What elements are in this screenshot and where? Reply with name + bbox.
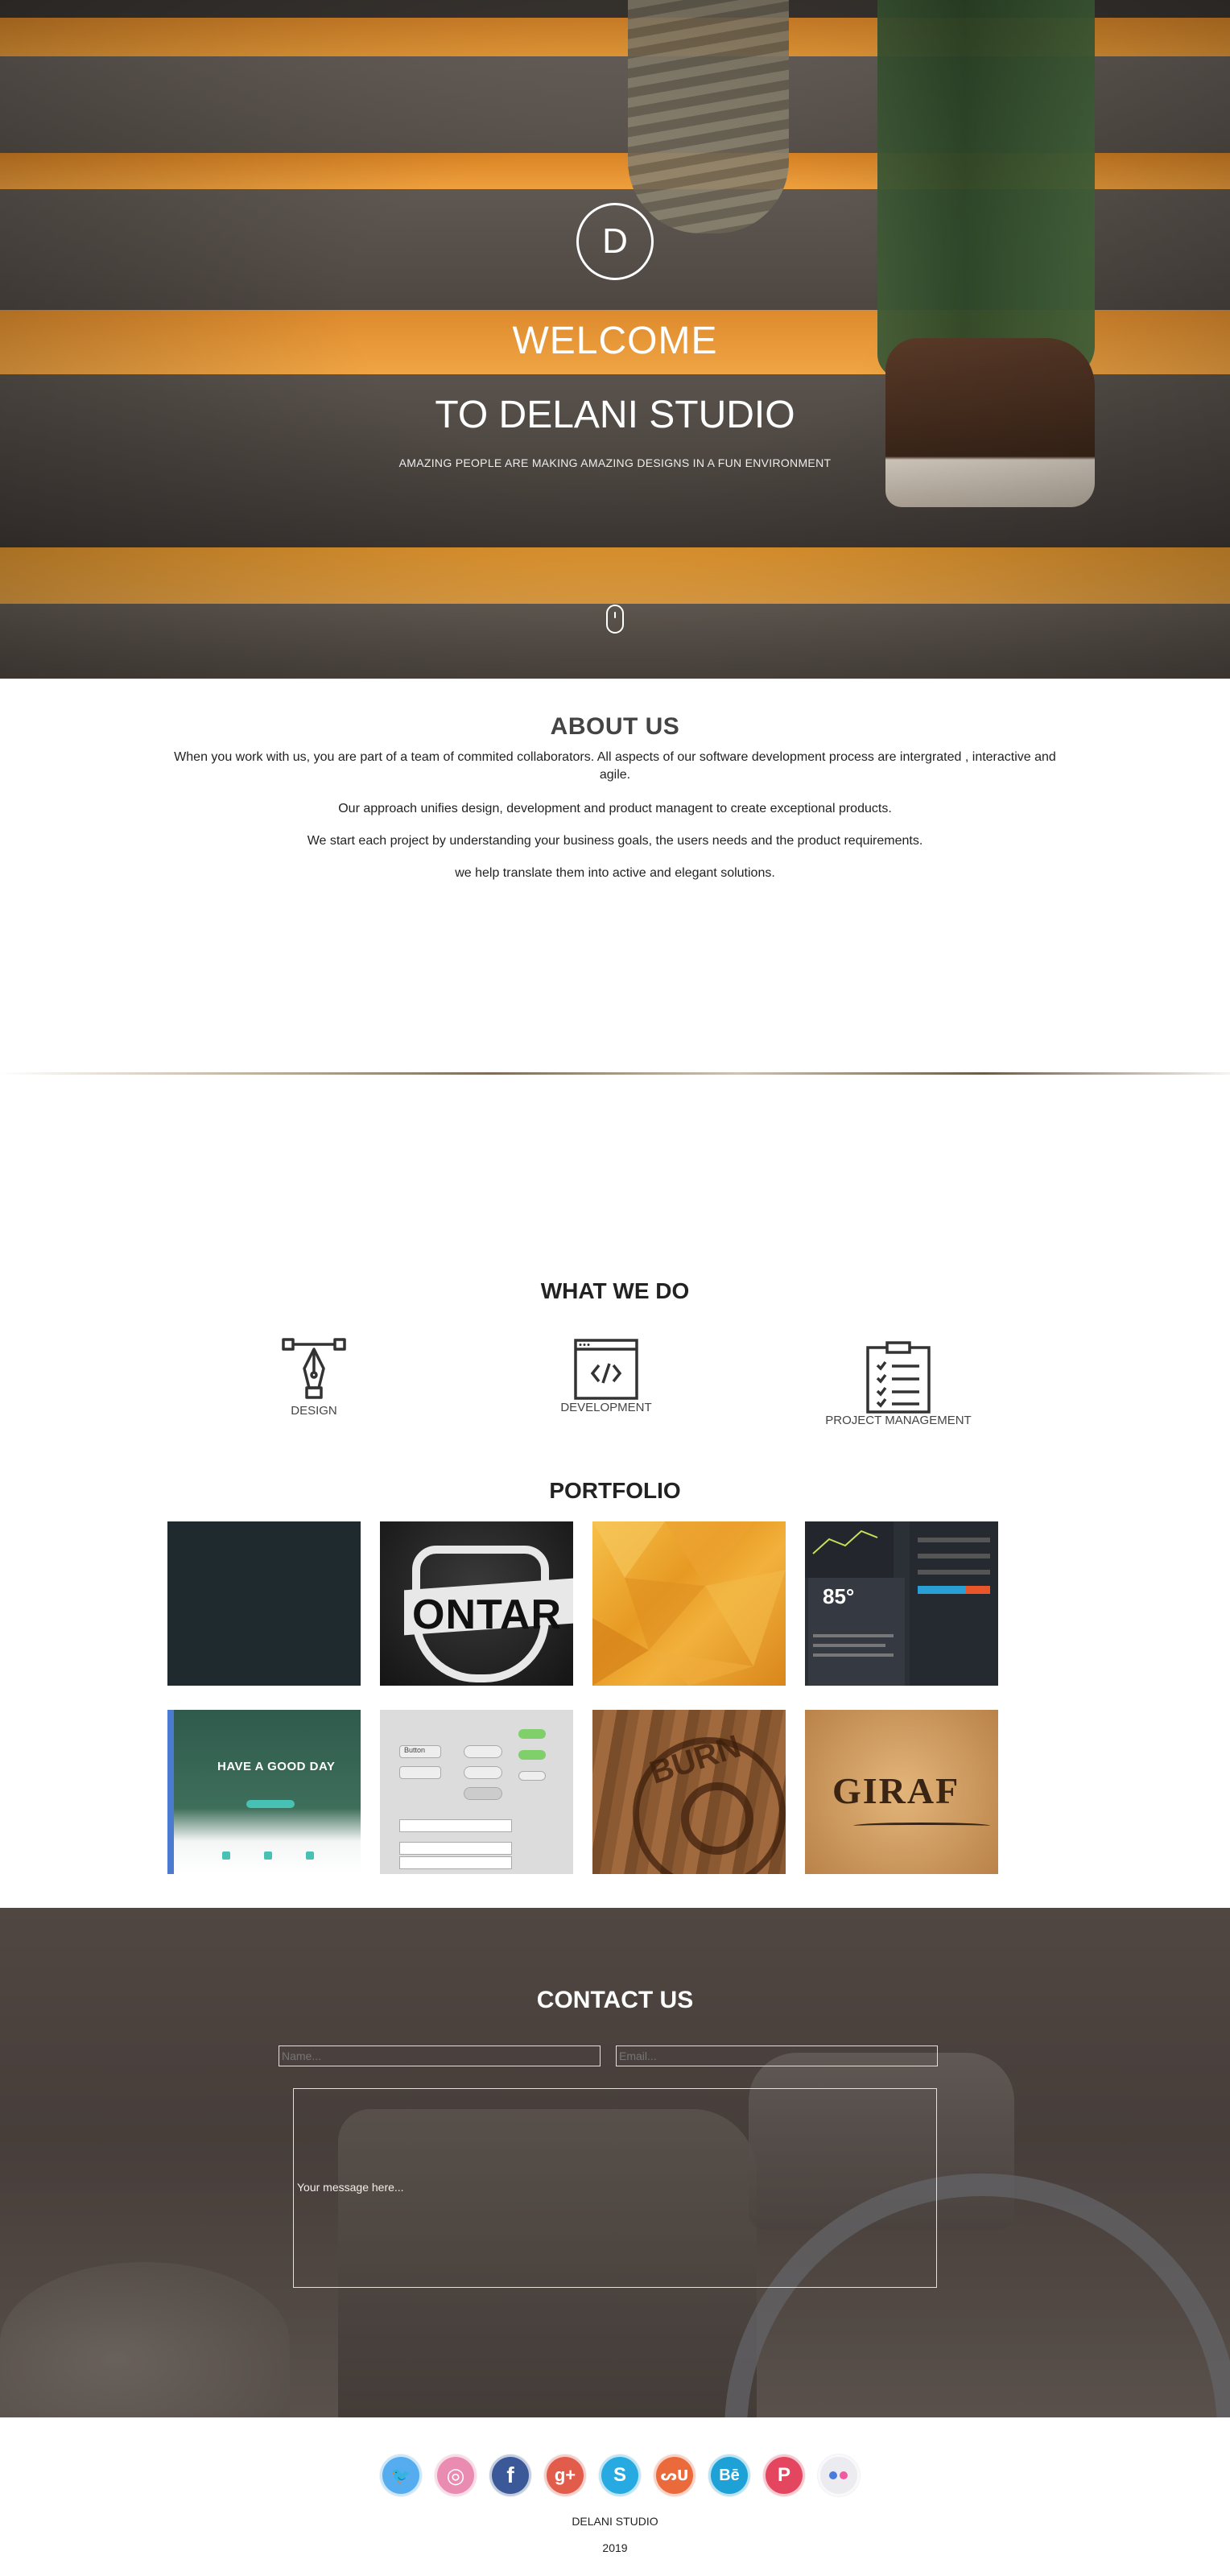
- section-divider: [0, 1072, 1230, 1075]
- hero-title-line1: WELCOME: [512, 320, 718, 362]
- service-development: DEVELOPMENT: [542, 1338, 671, 1414]
- flickr-icon[interactable]: [818, 2454, 860, 2496]
- tile-text: GIRAF: [832, 1770, 960, 1811]
- service-label: PROJECT MANAGEMENT: [825, 1414, 972, 1427]
- portfolio-tile-ontario[interactable]: ONTAR: [380, 1521, 573, 1686]
- hero-title-line2: TO DELANI STUDIO: [435, 394, 795, 436]
- portfolio-tile-website[interactable]: HAVE A GOOD DAY: [167, 1710, 361, 1874]
- hero-subtitle: AMAZING PEOPLE ARE MAKING AMAZING DESIGN…: [398, 456, 832, 469]
- portfolio-tile-polygons[interactable]: [592, 1521, 786, 1686]
- polygon-pattern: [592, 1521, 786, 1686]
- message-placeholder: Your message here...: [297, 2181, 404, 2194]
- service-label: DEVELOPMENT: [560, 1401, 652, 1414]
- about-paragraph: we help translate them into active and e…: [455, 866, 775, 880]
- tile-text: HAVE A GOOD DAY: [217, 1760, 336, 1773]
- tile-text: ONTAR: [412, 1591, 563, 1638]
- name-field[interactable]: [279, 2046, 601, 2066]
- portfolio-title: PORTFOLIO: [549, 1478, 681, 1503]
- facebook-icon[interactable]: f: [489, 2454, 531, 2496]
- scroll-down-icon[interactable]: [606, 605, 624, 634]
- studio-logo[interactable]: D: [576, 203, 654, 280]
- portfolio-tile-dark[interactable]: [167, 1521, 361, 1686]
- about-paragraph: Our approach unifies design, development…: [338, 802, 892, 815]
- service-label: DESIGN: [291, 1404, 337, 1418]
- footer-studio-name: DELANI STUDIO: [572, 2515, 658, 2528]
- google-plus-icon[interactable]: g+: [544, 2454, 586, 2496]
- twitter-icon[interactable]: 🐦: [380, 2454, 422, 2496]
- portfolio-tile-weather[interactable]: 85°: [805, 1521, 998, 1686]
- stumbleupon-icon[interactable]: ᔕᑌ: [654, 2454, 695, 2496]
- tile-text: 85°: [823, 1584, 855, 1608]
- code-window-icon: [574, 1339, 638, 1400]
- service-project-management: PROJECT MANAGEMENT: [810, 1341, 987, 1427]
- pinterest-icon[interactable]: P: [763, 2454, 805, 2496]
- portfolio-tile-wood-stamp[interactable]: BURN: [592, 1710, 786, 1874]
- about-title: ABOUT US: [550, 713, 680, 740]
- portfolio-tile-ui-kit[interactable]: Button: [380, 1710, 573, 1874]
- dribbble-icon[interactable]: ◎: [435, 2454, 477, 2496]
- what-we-do-title: WHAT WE DO: [540, 1278, 690, 1303]
- pen-tool-icon: [282, 1338, 346, 1399]
- behance-icon[interactable]: Bē: [708, 2454, 750, 2496]
- skype-icon[interactable]: S: [599, 2454, 641, 2496]
- about-paragraph: We start each project by understanding y…: [307, 834, 923, 848]
- service-design: DESIGN: [250, 1336, 378, 1418]
- about-paragraph: When you work with us, you are part of a…: [174, 750, 1056, 782]
- email-field[interactable]: [616, 2046, 938, 2066]
- portfolio-tile-giraffe[interactable]: GIRAF: [805, 1710, 998, 1874]
- flickr-dots: [829, 2471, 848, 2479]
- clipboard-checklist-icon: [866, 1341, 931, 1414]
- message-textarea[interactable]: Your message here...: [293, 2088, 937, 2288]
- footer-year: 2019: [602, 2541, 628, 2554]
- tile-text: Button: [404, 1746, 426, 1754]
- contact-title: CONTACT US: [536, 1987, 694, 2013]
